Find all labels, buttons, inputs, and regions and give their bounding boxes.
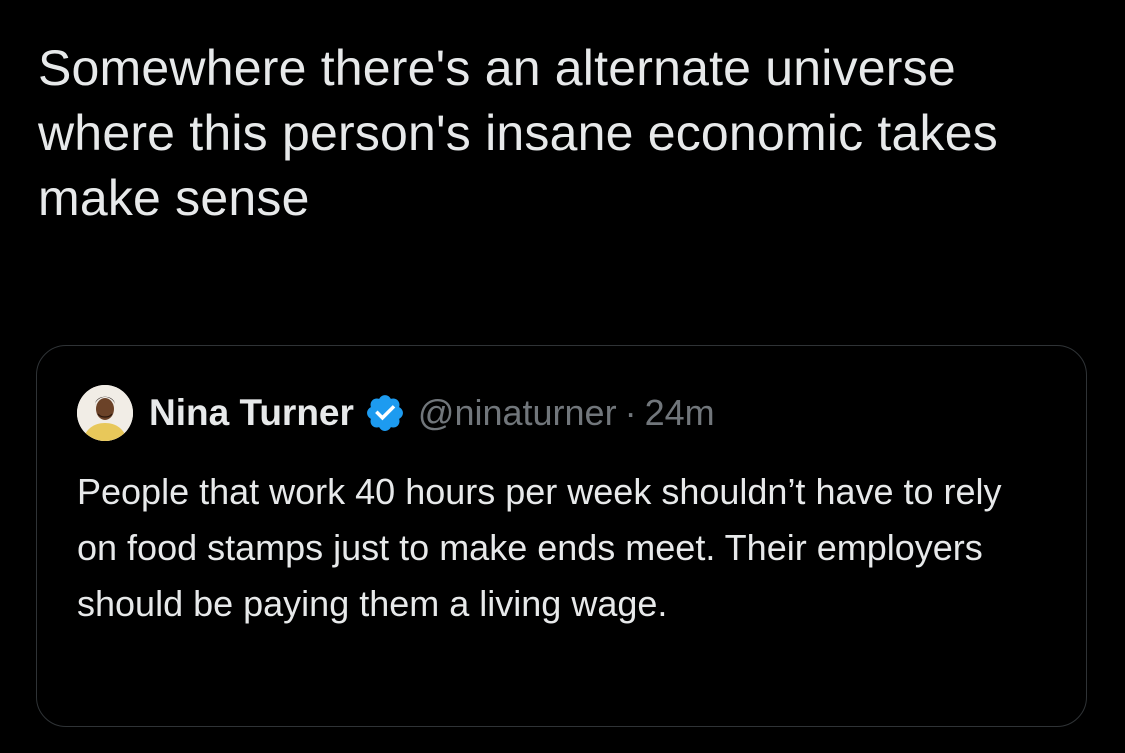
quoted-tweet-header: Nina Turner @ninaturner · 24m — [77, 384, 715, 442]
handle[interactable]: @ninaturner — [418, 392, 617, 434]
quoted-tweet-text: People that work 40 hours per week shoul… — [77, 471, 1002, 624]
tweet-text: Somewhere there's an alternate universe … — [38, 40, 998, 226]
verified-badge-icon — [364, 392, 406, 434]
avatar[interactable] — [77, 385, 133, 441]
quoted-tweet-card[interactable]: Nina Turner @ninaturner · 24m People tha… — [36, 345, 1087, 727]
separator-dot: · — [624, 392, 637, 433]
display-name[interactable]: Nina Turner — [149, 392, 354, 434]
timestamp[interactable]: 24m — [645, 392, 715, 434]
